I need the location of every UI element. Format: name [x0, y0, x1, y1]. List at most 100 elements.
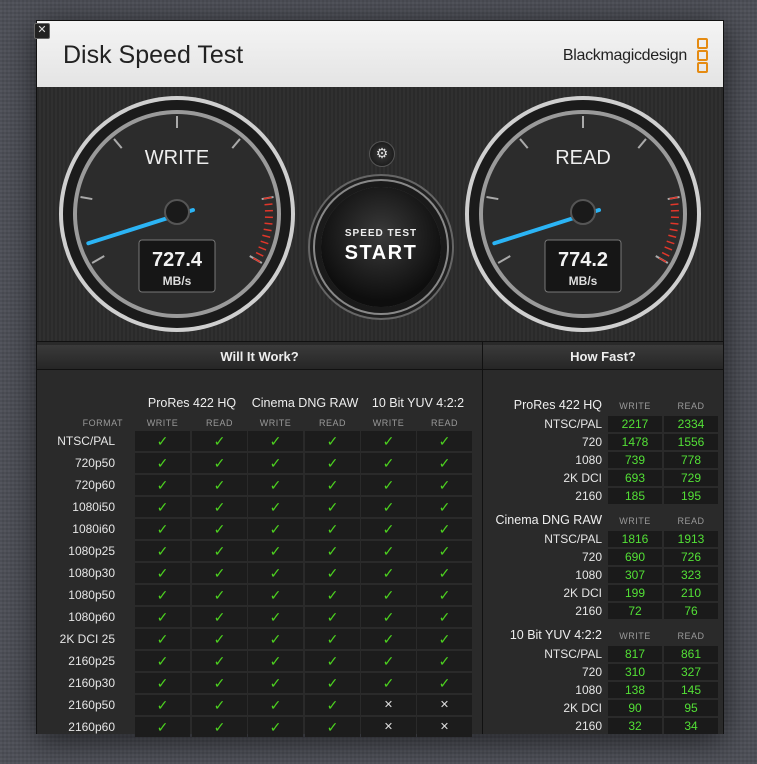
close-icon[interactable]: ✕: [34, 23, 50, 39]
speed-group-title: ProRes 422 HQ: [513, 398, 602, 412]
read-gauge: READ 774.2 MB/s: [465, 96, 701, 332]
check-icon: ✓: [135, 563, 190, 583]
redline-mark: [264, 203, 273, 206]
check-icon: ✓: [135, 717, 190, 737]
check-icon: ✓: [361, 453, 416, 473]
format-label: 720p50: [74, 456, 115, 470]
column-subheader: READ: [318, 418, 346, 428]
write-speed-value: 1478: [608, 434, 662, 450]
check-icon: ✓: [417, 453, 472, 473]
speed-format-label: NTSC/PAL: [544, 647, 602, 661]
cross-icon: ✕: [417, 695, 472, 715]
check-icon: ✓: [248, 651, 303, 671]
format-label: 2160p30: [68, 676, 115, 690]
check-icon: ✓: [305, 629, 360, 649]
brand-name: Blackmagicdesign: [562, 47, 687, 64]
speed-column-header: WRITE: [619, 631, 651, 641]
write-speed-value: 90: [608, 700, 662, 716]
redline-mark: [264, 222, 273, 225]
check-icon: ✓: [417, 673, 472, 693]
gauge-unit: MB/s: [163, 274, 192, 288]
check-icon: ✓: [135, 607, 190, 627]
check-icon: ✓: [192, 453, 247, 473]
format-label: 720p60: [74, 478, 115, 492]
will-it-work-title: Will It Work?: [37, 345, 482, 370]
check-icon: ✓: [305, 563, 360, 583]
check-icon: ✓: [417, 585, 472, 605]
column-subheader: WRITE: [259, 418, 292, 428]
format-label: 2160p50: [68, 698, 115, 712]
check-icon: ✓: [135, 453, 190, 473]
check-icon: ✓: [192, 519, 247, 539]
format-label: NTSC/PAL: [57, 434, 115, 448]
speed-group-title: Cinema DNG RAW: [495, 513, 603, 527]
speed-column-header: WRITE: [619, 401, 651, 411]
gauge-value: 774.2: [558, 249, 608, 271]
speed-format-label: 1080: [575, 568, 602, 582]
speed-format-label: 2K DCI: [563, 586, 602, 600]
how-fast-title: How Fast?: [483, 345, 723, 370]
read-speed-value: 1913: [664, 531, 718, 547]
check-icon: ✓: [417, 607, 472, 627]
needle-hub: [570, 199, 596, 225]
gauge-label: WRITE: [145, 147, 209, 169]
speed-format-label: 2160: [575, 719, 602, 733]
format-label: 1080p60: [68, 610, 115, 624]
check-icon: ✓: [417, 651, 472, 671]
column-subheader: WRITE: [372, 418, 405, 428]
check-icon: ✓: [192, 695, 247, 715]
check-icon: ✓: [305, 519, 360, 539]
check-icon: ✓: [135, 651, 190, 671]
write-speed-value: 693: [608, 470, 662, 486]
write-speed-value: 185: [608, 488, 662, 504]
write-gauge: WRITE 727.4 MB/s: [59, 96, 295, 332]
format-label: 1080i60: [72, 522, 115, 536]
check-icon: ✓: [248, 453, 303, 473]
gauge-value: 727.4: [152, 249, 203, 271]
speed-column-header: WRITE: [619, 516, 651, 526]
check-icon: ✓: [248, 431, 303, 451]
check-icon: ✓: [135, 695, 190, 715]
read-speed-value: 210: [664, 585, 718, 601]
read-speed-value: 1556: [664, 434, 718, 450]
settings-gear-icon[interactable]: ⚙: [369, 141, 395, 167]
read-speed-value: 76: [664, 603, 718, 619]
cross-icon: ✕: [361, 695, 416, 715]
check-icon: ✓: [248, 607, 303, 627]
read-speed-value: 726: [664, 549, 718, 565]
speed-format-label: 1080: [575, 683, 602, 697]
write-speed-value: 690: [608, 549, 662, 565]
write-speed-value: 199: [608, 585, 662, 601]
check-icon: ✓: [192, 541, 247, 561]
check-icon: ✓: [361, 585, 416, 605]
check-icon: ✓: [192, 673, 247, 693]
speed-format-label: 2160: [575, 489, 602, 503]
gauge-label: READ: [555, 147, 611, 169]
start-button[interactable]: SPEED TEST START: [321, 187, 441, 307]
needle-hub: [164, 199, 190, 225]
check-icon: ✓: [135, 629, 190, 649]
check-icon: ✓: [417, 563, 472, 583]
check-icon: ✓: [248, 629, 303, 649]
write-speed-value: 817: [608, 646, 662, 662]
check-icon: ✓: [361, 651, 416, 671]
check-icon: ✓: [248, 695, 303, 715]
read-speed-value: 195: [664, 488, 718, 504]
check-icon: ✓: [417, 431, 472, 451]
column-subheader: READ: [430, 418, 458, 428]
read-speed-value: 34: [664, 718, 718, 734]
check-icon: ✓: [192, 475, 247, 495]
speed-column-header: READ: [677, 516, 705, 526]
check-icon: ✓: [305, 497, 360, 517]
check-icon: ✓: [417, 541, 472, 561]
check-icon: ✓: [361, 431, 416, 451]
column-subheader: READ: [205, 418, 233, 428]
check-icon: ✓: [248, 717, 303, 737]
check-icon: ✓: [135, 673, 190, 693]
start-button-label: START: [344, 242, 418, 264]
speed-format-label: NTSC/PAL: [544, 532, 602, 546]
title-bar: ✕ Disk Speed Test Blackmagicdesign: [34, 21, 723, 88]
speed-column-header: READ: [677, 401, 705, 411]
check-icon: ✓: [305, 607, 360, 627]
check-icon: ✓: [361, 475, 416, 495]
